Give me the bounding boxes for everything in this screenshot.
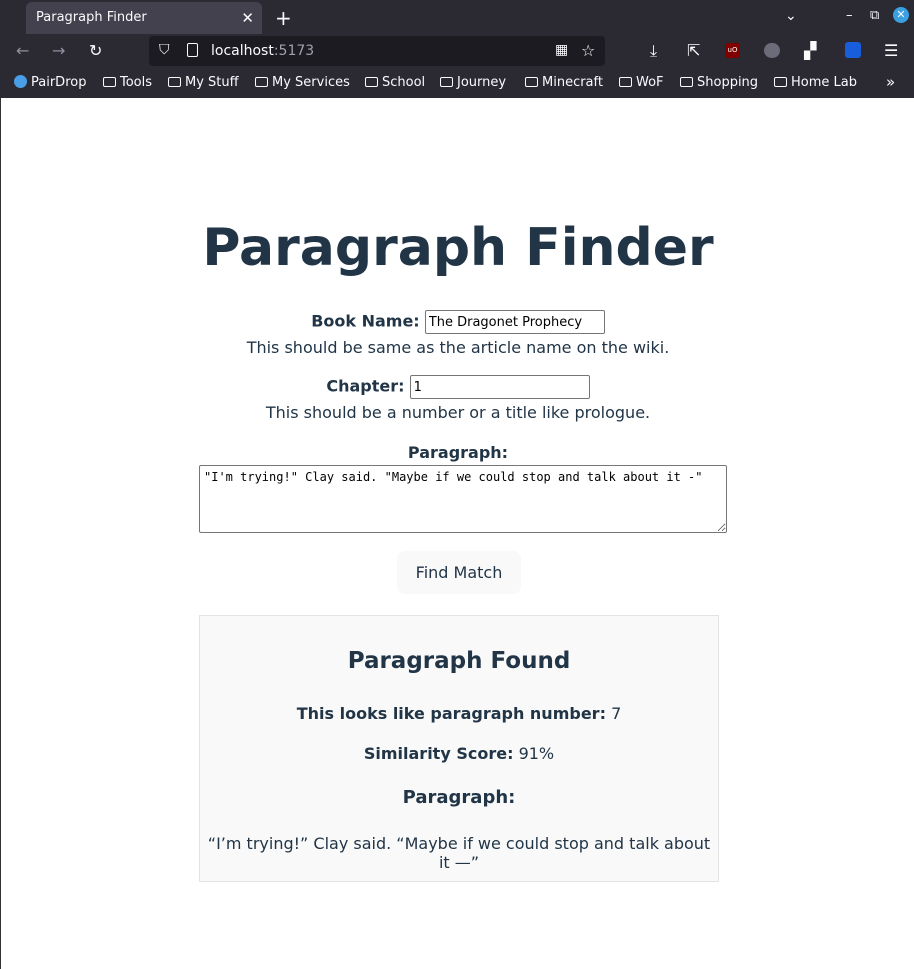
url-bar[interactable]: ⛉ localhost:5173 ▦ ☆ — [149, 36, 605, 66]
reload-icon[interactable]: ↻ — [89, 42, 102, 60]
tab-title: Paragraph Finder — [36, 10, 147, 25]
minimize-icon[interactable]: – — [846, 8, 853, 23]
chapter-row: Chapter: — [1, 375, 914, 399]
chapter-input[interactable] — [409, 375, 590, 399]
share-icon[interactable]: ⇱ — [687, 42, 700, 60]
folder-icon — [255, 77, 268, 87]
page-icon — [187, 43, 198, 57]
bookmark-folder[interactable]: My Services — [255, 75, 350, 90]
paragraph-textarea[interactable]: "I'm trying!" Clay said. "Maybe if we co… — [199, 465, 727, 533]
back-icon[interactable]: ← — [16, 42, 29, 60]
restore-icon[interactable]: ⧉ — [870, 8, 879, 23]
similarity-score-value: 91% — [518, 744, 555, 763]
bookmark-folder[interactable]: School — [365, 75, 425, 90]
page-content: Paragraph Finder Book Name: This should … — [0, 98, 914, 969]
result-heading: Paragraph Found — [347, 648, 571, 674]
chevron-down-icon[interactable]: ⌄ — [785, 8, 797, 24]
folder-icon — [168, 77, 181, 87]
paragraph-number-label: This looks like paragraph number: — [296, 704, 606, 723]
url-text[interactable]: localhost:5173 — [211, 43, 314, 59]
shield-icon[interactable]: ⛉ — [159, 42, 170, 58]
paragraph-number-value: 7 — [611, 704, 622, 723]
extension-mask-icon[interactable] — [764, 43, 780, 58]
bookmark-folder[interactable]: My Stuff — [168, 75, 239, 90]
close-window-icon[interactable]: ✕ — [893, 7, 909, 23]
pairdrop-icon — [14, 75, 27, 88]
folder-icon — [525, 77, 538, 87]
browser-tab[interactable]: Paragraph Finder ✕ — [26, 2, 262, 34]
bookmarks-bar: PairDrop Tools My Stuff My Services Scho… — [0, 68, 914, 98]
bookmark-pairdrop[interactable]: PairDrop — [14, 75, 86, 90]
paragraph-number-row: This looks like paragraph number: 7 — [200, 704, 718, 723]
bookmark-folder[interactable]: Home Lab — [774, 75, 857, 90]
new-tab-icon[interactable]: + — [275, 4, 292, 32]
bookmark-folder[interactable]: Shopping — [680, 75, 758, 90]
folder-icon — [619, 77, 632, 87]
book-name-label: Book Name: — [311, 311, 420, 331]
extensions-icon[interactable]: ▞ — [804, 42, 816, 60]
book-name-input[interactable] — [424, 310, 605, 334]
bookmark-folder[interactable]: Tools — [103, 75, 152, 90]
ublock-icon[interactable]: uO — [725, 43, 740, 58]
navigation-bar: ← → ↻ ⛉ localhost:5173 ▦ ☆ ⤓ ⇱ uO ▞ ☰ — [0, 34, 914, 68]
result-panel: Paragraph Found This looks like paragrap… — [199, 615, 719, 882]
page-title: Paragraph Finder — [202, 218, 714, 278]
similarity-score-row: Similarity Score: 91% — [200, 744, 718, 763]
overflow-chevron-icon[interactable]: » — [886, 73, 895, 91]
paragraph-label: Paragraph: — [407, 443, 509, 462]
folder-icon — [440, 77, 453, 87]
bookmark-folder[interactable]: Journey — [440, 75, 506, 90]
downloads-icon[interactable]: ⤓ — [650, 42, 657, 60]
qr-code-icon[interactable]: ▦ — [555, 42, 568, 58]
book-name-hint: This should be same as the article name … — [246, 338, 670, 357]
close-tab-icon[interactable]: ✕ — [241, 2, 254, 34]
bookmark-star-icon[interactable]: ☆ — [581, 41, 595, 60]
chapter-hint: This should be a number or a title like … — [265, 403, 651, 422]
bookmark-folder[interactable]: WoF — [619, 75, 664, 90]
browser-chrome: Paragraph Finder ✕ + ⌄ – ⧉ ✕ ← → ↻ ⛉ loc… — [0, 0, 914, 98]
forward-icon[interactable]: → — [52, 42, 65, 60]
folder-icon — [103, 77, 116, 87]
result-paragraph-text: “I’m trying!” Clay said. “Maybe if we co… — [207, 834, 711, 872]
bitwarden-icon[interactable] — [845, 42, 861, 58]
folder-icon — [774, 77, 787, 87]
bookmark-folder[interactable]: Minecraft — [525, 75, 603, 90]
chapter-label: Chapter: — [326, 376, 405, 396]
result-paragraph-heading: Paragraph: — [402, 787, 516, 808]
similarity-score-label: Similarity Score: — [363, 744, 514, 763]
menu-icon[interactable]: ☰ — [884, 42, 898, 60]
folder-icon — [365, 77, 378, 87]
book-name-row: Book Name: — [1, 310, 914, 334]
folder-icon — [680, 77, 693, 87]
find-match-button[interactable]: Find Match — [397, 551, 521, 594]
